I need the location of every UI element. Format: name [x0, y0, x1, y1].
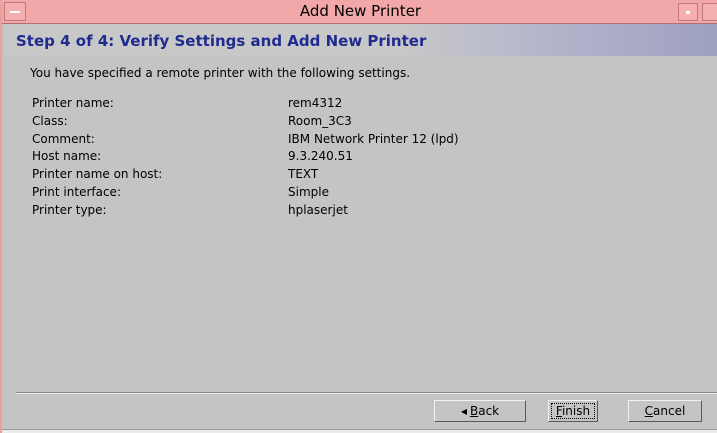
add-printer-dialog: Add New Printer Step 4 of 4: Verify Sett…	[0, 0, 717, 433]
setting-value: 9.3.240.51	[288, 149, 353, 164]
setting-value: Simple	[288, 184, 329, 199]
cancel-button[interactable]: Cancel	[628, 400, 702, 422]
step-title: Step 4 of 4: Verify Settings and Add New…	[16, 32, 427, 50]
setting-label: Printer name:	[32, 96, 114, 110]
cancel-mnemonic: C	[644, 404, 654, 418]
focus-ring: Finish	[550, 403, 596, 419]
left-arrow-icon: ◀	[460, 407, 467, 416]
cancel-label: ancel	[653, 404, 686, 418]
back-mnemonic: B	[470, 404, 479, 418]
setting-value: IBM Network Printer 12 (lpd)	[288, 131, 459, 146]
back-label: ack	[478, 404, 500, 418]
footer-divider	[16, 392, 717, 394]
setting-label: Comment:	[32, 131, 95, 146]
setting-value: rem4312	[288, 96, 343, 110]
setting-label: Printer type:	[32, 202, 107, 217]
step-header: Step 4 of 4: Verify Settings and Add New…	[4, 24, 717, 56]
setting-label: Class:	[32, 113, 68, 128]
title-bar[interactable]: Add New Printer	[2, 0, 717, 24]
intro-text: You have specified a remote printer with…	[30, 66, 411, 80]
finish-button[interactable]: Finish	[548, 400, 598, 422]
window-bottom-edge	[2, 429, 717, 433]
minimize-icon	[686, 11, 690, 14]
setting-label: Host name:	[32, 149, 102, 164]
setting-value: TEXT	[288, 167, 319, 182]
finish-label: inish	[561, 404, 591, 418]
minimize-button[interactable]	[678, 3, 698, 21]
setting-value: hplaserjet	[288, 202, 348, 217]
back-button[interactable]: ◀ Back	[434, 400, 526, 422]
window-title: Add New Printer	[299, 2, 422, 20]
maximize-button[interactable]	[702, 3, 717, 21]
setting-label: Print interface:	[32, 184, 121, 199]
setting-value: Room_3C3	[288, 113, 352, 128]
setting-label: Printer name on host:	[32, 167, 163, 182]
